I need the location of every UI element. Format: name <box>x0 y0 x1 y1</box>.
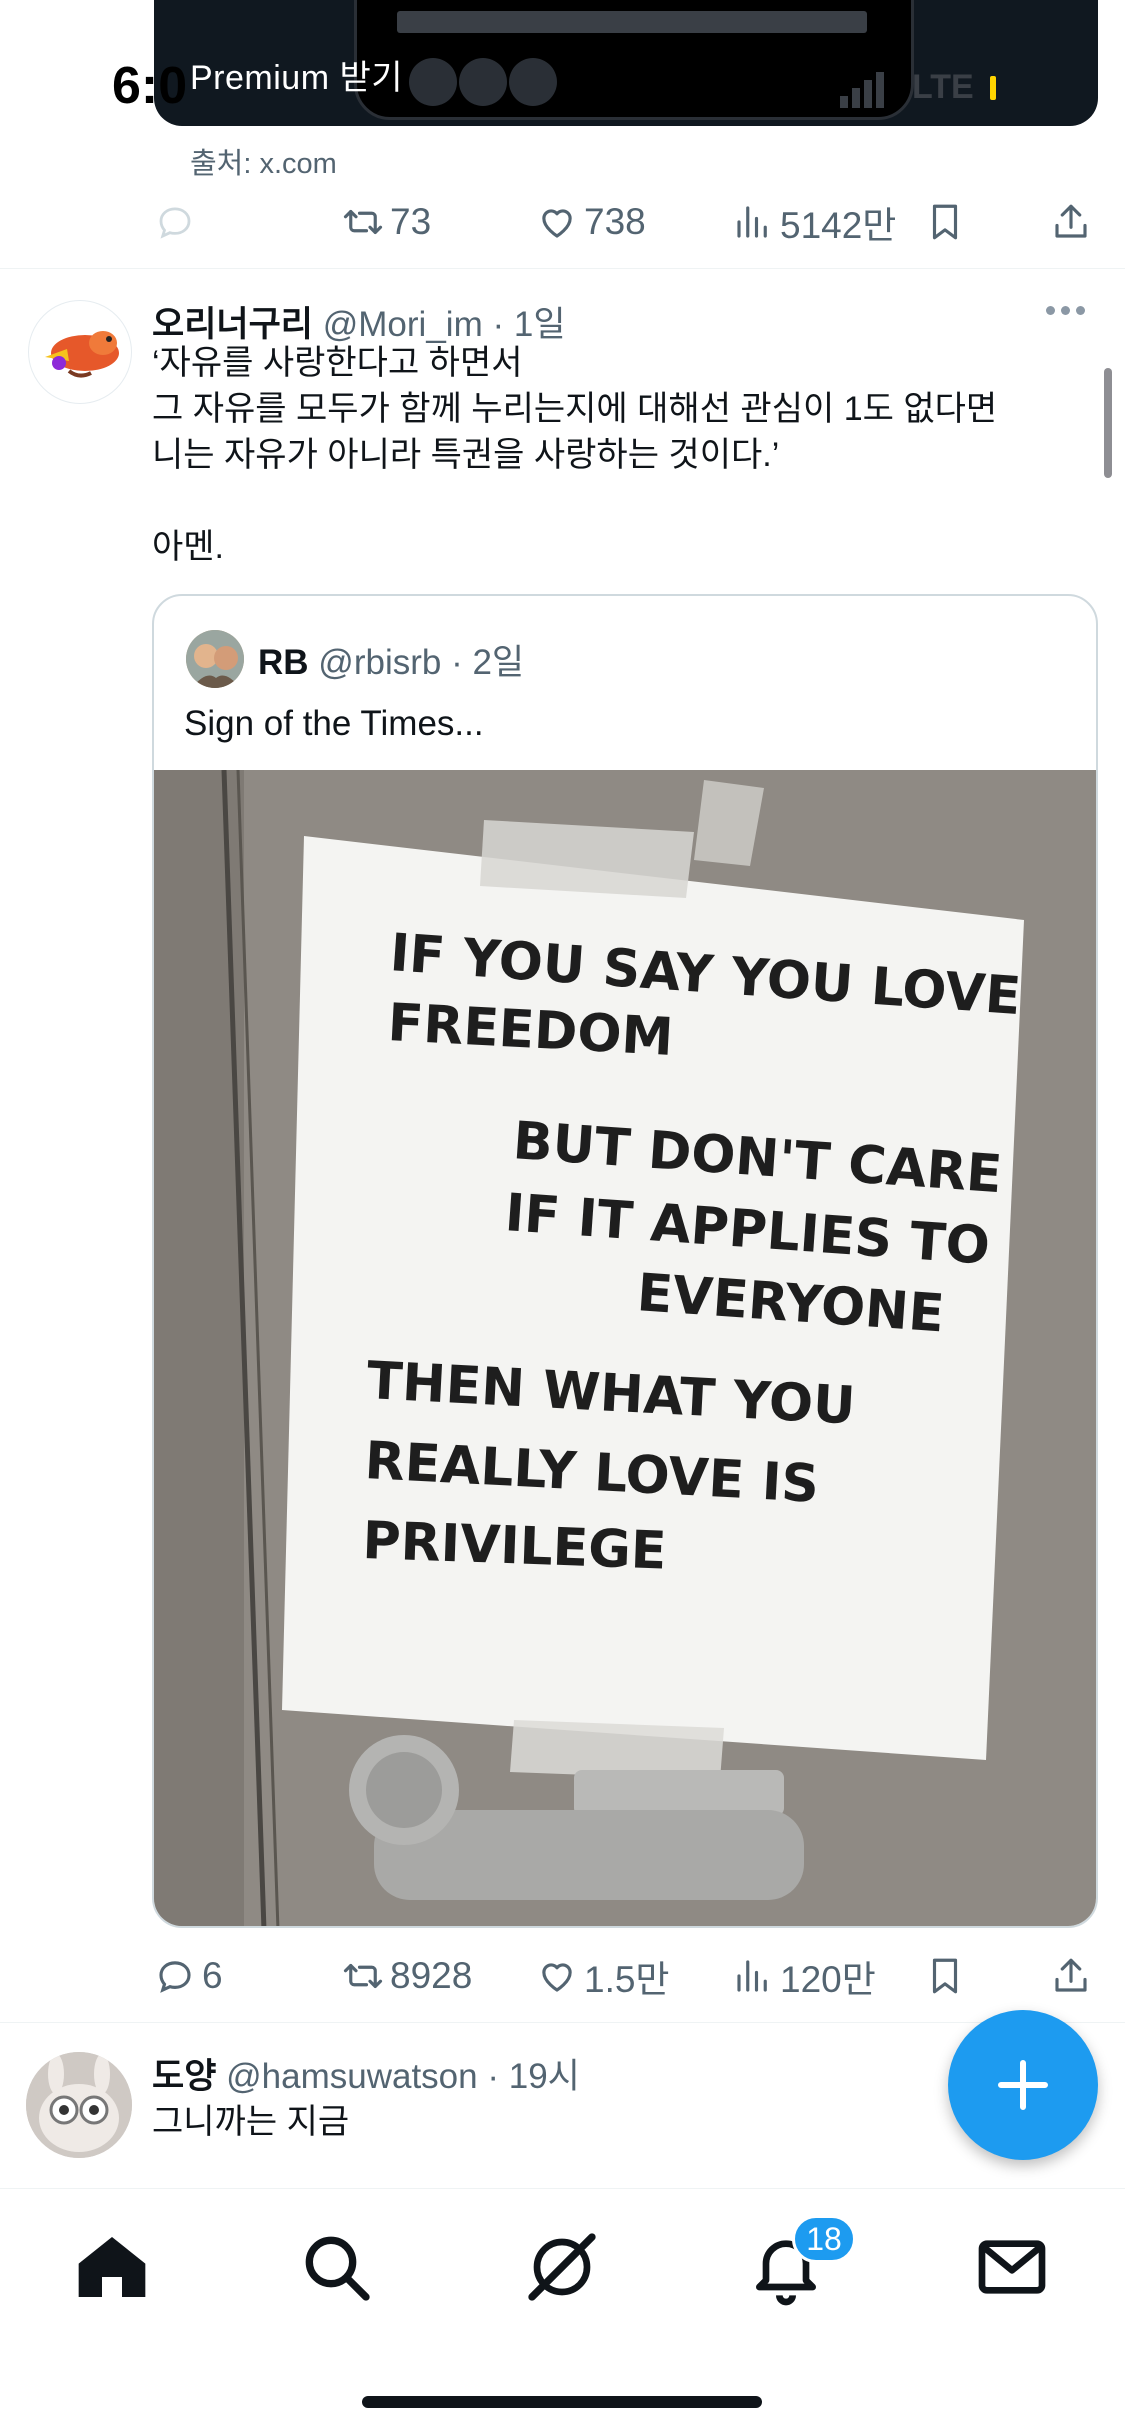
views-icon <box>737 1960 767 1992</box>
like-count: 738 <box>584 201 646 242</box>
search-tab[interactable] <box>296 2227 376 2307</box>
share-icon <box>1055 204 1087 238</box>
reply-header: 도양 @hamsuwatson · 19시 <box>152 2048 580 2099</box>
platypus-avatar-image <box>45 331 119 378</box>
quote-time: · 2일 <box>451 643 525 682</box>
source-line[interactable]: 출처: x.com <box>190 140 337 182</box>
reply-time: · 19시 <box>487 2057 580 2096</box>
quote-text: Sign of the Times... <box>184 704 484 743</box>
heart-icon <box>542 1963 572 1992</box>
tweet-time: · 1일 <box>492 305 566 344</box>
bookmark-icon <box>932 1958 958 1994</box>
views-button[interactable]: 5142만 <box>732 195 896 249</box>
compose-button[interactable] <box>948 2010 1098 2160</box>
grok-tab[interactable] <box>522 2227 602 2307</box>
view-count: 120만 <box>780 1959 876 2000</box>
reply-icon <box>159 1961 191 1993</box>
premium-label: Premium 받기 <box>190 59 404 97</box>
reply-author-handle[interactable]: @hamsuwatson <box>226 2057 477 2096</box>
quote-tweet-card[interactable]: RB @rbisrb · 2일 Sign of the Times... IF … <box>152 594 1098 1928</box>
share-button[interactable] <box>1050 201 1098 243</box>
status-time: 6:0 <box>112 57 188 115</box>
battery-icon <box>990 76 996 100</box>
tweet-text: ‘자유를 사랑한다고 하면서 그 자유를 모두가 함께 누리는지에 대해선 관심… <box>152 344 998 566</box>
retweet-icon <box>343 209 383 235</box>
reply-count: 6 <box>202 1955 223 1996</box>
signal-icon <box>840 72 884 108</box>
reply-icon <box>159 207 191 239</box>
retweet-button[interactable]: 8928 <box>342 1955 472 1997</box>
quote-header: RB @rbisrb · 2일 <box>258 634 524 685</box>
reply-text: 그니까는 지금 <box>152 2103 350 2141</box>
home-tab[interactable] <box>72 2227 152 2307</box>
like-button[interactable]: 1.5만 <box>536 1949 669 2003</box>
like-count: 1.5만 <box>584 1959 670 2000</box>
plus-icon <box>998 2060 1048 2110</box>
retweet-count: 73 <box>390 201 432 242</box>
reply-button[interactable] <box>154 201 202 243</box>
retweet-icon <box>343 1963 383 1989</box>
bookmark-button[interactable] <box>924 1955 972 1997</box>
quote-avatar <box>186 630 244 688</box>
network-label: LTE <box>912 68 974 106</box>
reply-author-name[interactable]: 도양 <box>152 2057 216 2096</box>
retweet-button[interactable]: 73 <box>342 201 431 243</box>
sign-line: PRIVILEGE <box>362 1511 668 1582</box>
author-handle[interactable]: @Mori_im <box>323 305 483 344</box>
share-button[interactable] <box>1050 1955 1098 1997</box>
heart-icon <box>542 209 572 238</box>
search-icon <box>305 2236 370 2301</box>
quote-author-name: RB <box>258 643 309 682</box>
share-icon <box>1055 1958 1087 1992</box>
bookmark-icon <box>932 204 958 240</box>
reply-avatar[interactable] <box>26 2052 132 2158</box>
reply-button[interactable]: 6 <box>154 1955 223 1997</box>
rabbit-avatar-image <box>26 2052 132 2158</box>
quote-author-handle: @rbisrb <box>318 643 442 682</box>
bookmark-button[interactable] <box>924 201 972 243</box>
messages-tab[interactable] <box>972 2227 1052 2307</box>
previous-tweet-actions: 73 738 5142만 <box>154 192 1094 252</box>
home-indicator[interactable] <box>362 2396 762 2408</box>
author-name[interactable]: 오리너구리 <box>152 305 313 344</box>
home-icon <box>78 2237 146 2297</box>
grok-icon <box>528 2233 596 2301</box>
scrollbar[interactable] <box>1104 368 1112 478</box>
views-button[interactable]: 120만 <box>732 1949 876 2003</box>
main-tweet-actions: 6 8928 1.5만 120만 <box>154 1946 1094 2006</box>
more-options-icon[interactable] <box>1046 302 1096 332</box>
tweet-divider <box>0 268 1125 269</box>
view-count: 5142만 <box>780 205 897 246</box>
mail-icon <box>978 2240 1046 2294</box>
like-button[interactable]: 738 <box>536 201 646 243</box>
notification-badge: 18 <box>792 2215 856 2263</box>
views-icon <box>737 206 767 238</box>
avatar[interactable] <box>28 300 132 404</box>
retweet-count: 8928 <box>390 1955 473 1996</box>
sign-photo[interactable]: IF YOU SAY YOU LOVE FREEDOM BUT DON'T CA… <box>154 770 1098 1928</box>
tweet-divider <box>0 2022 1125 2023</box>
